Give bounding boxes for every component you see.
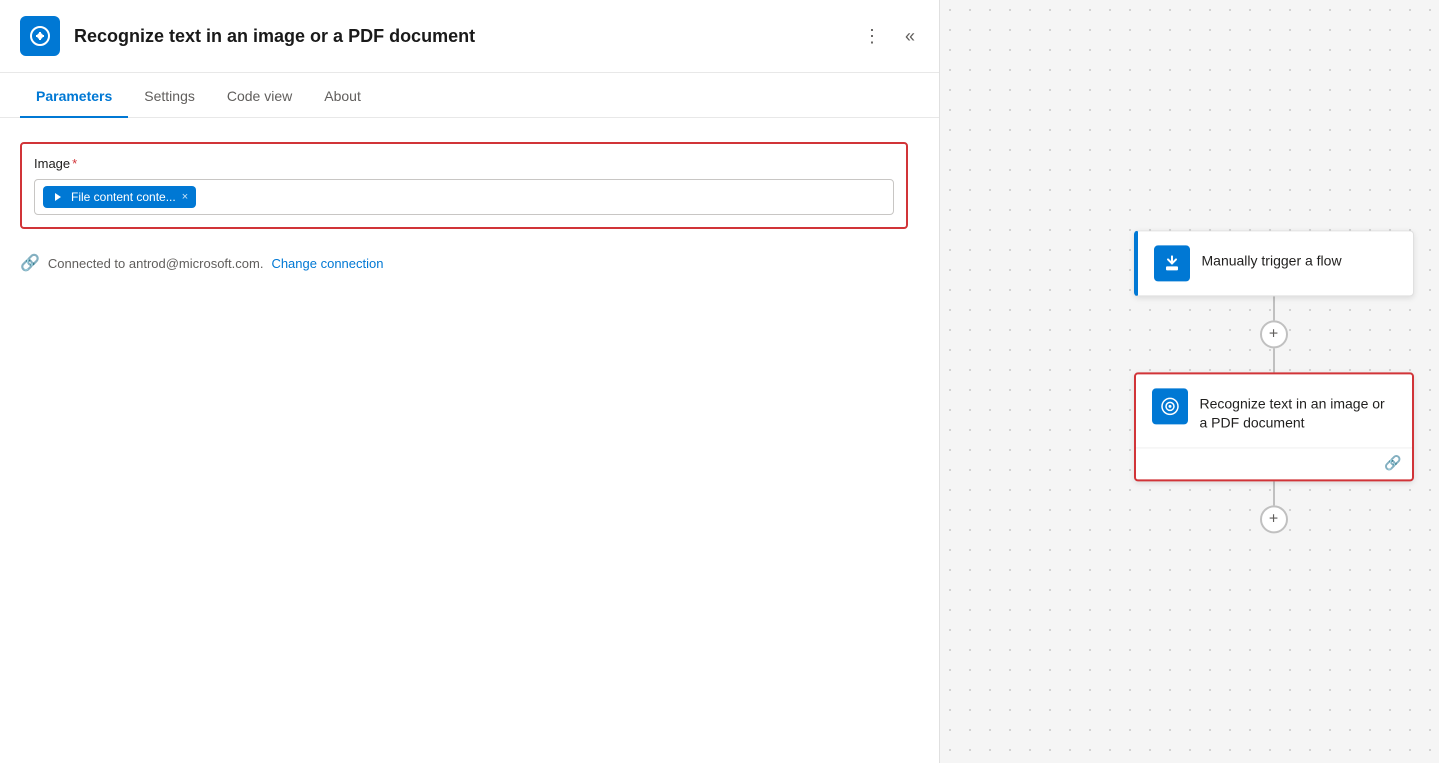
tab-settings[interactable]: Settings: [128, 74, 211, 118]
flow-canvas: Manually trigger a flow + Recog: [1134, 230, 1414, 533]
tab-code-view[interactable]: Code view: [211, 74, 308, 118]
connector-line-2: [1273, 348, 1275, 372]
more-icon: ⋮: [863, 26, 881, 47]
ocr-node-footer: 🔗: [1136, 447, 1412, 479]
ocr-node[interactable]: Recognize text in an image or a PDF docu…: [1134, 372, 1414, 481]
trigger-node[interactable]: Manually trigger a flow: [1134, 230, 1414, 296]
connector-1: +: [1260, 296, 1288, 372]
panel-title: Recognize text in an image or a PDF docu…: [74, 26, 845, 47]
tabs-bar: Parameters Settings Code view About: [0, 73, 939, 118]
tab-parameters[interactable]: Parameters: [20, 74, 128, 118]
more-options-button[interactable]: ⋮: [859, 22, 885, 51]
connection-footer-icon: 🔗: [1384, 454, 1401, 471]
connection-info: 🔗 Connected to antrod@microsoft.com. Cha…: [20, 253, 919, 273]
collapse-icon: «: [905, 26, 915, 47]
image-input[interactable]: File content conte... ×: [34, 179, 894, 215]
trigger-node-title: Manually trigger a flow: [1202, 245, 1342, 271]
header-actions: ⋮ «: [859, 22, 919, 51]
trigger-node-content: Manually trigger a flow: [1138, 231, 1413, 295]
connector-line-1: [1273, 296, 1275, 320]
action-icon: [20, 16, 60, 56]
add-step-button-2[interactable]: +: [1260, 505, 1288, 533]
tag-text: File content conte...: [71, 190, 176, 204]
image-field-section: Image* File content conte... ×: [20, 142, 908, 229]
ocr-node-content: Recognize text in an image or a PDF docu…: [1136, 374, 1412, 447]
left-panel: Recognize text in an image or a PDF docu…: [0, 0, 940, 763]
add-step-button-1[interactable]: +: [1260, 320, 1288, 348]
ocr-node-icon: [1152, 388, 1188, 424]
connector-2: +: [1260, 481, 1288, 533]
tab-about[interactable]: About: [308, 74, 377, 118]
ocr-node-title: Recognize text in an image or a PDF docu…: [1200, 388, 1396, 433]
link-icon: 🔗: [20, 253, 40, 273]
image-field-label: Image*: [34, 156, 894, 171]
change-connection-link[interactable]: Change connection: [271, 256, 383, 271]
required-mark: *: [72, 156, 77, 171]
panel-header: Recognize text in an image or a PDF docu…: [0, 0, 939, 73]
connector-line-3: [1273, 481, 1275, 505]
trigger-node-icon: [1154, 245, 1190, 281]
file-content-tag: File content conte... ×: [43, 186, 196, 208]
panel-content: Image* File content conte... × 🔗 Connect…: [0, 118, 939, 763]
tag-close-button[interactable]: ×: [182, 191, 188, 203]
collapse-button[interactable]: «: [901, 22, 919, 51]
tag-icon: [51, 190, 65, 204]
connection-text: Connected to antrod@microsoft.com.: [48, 256, 264, 271]
flow-canvas-panel: Manually trigger a flow + Recog: [940, 0, 1439, 763]
